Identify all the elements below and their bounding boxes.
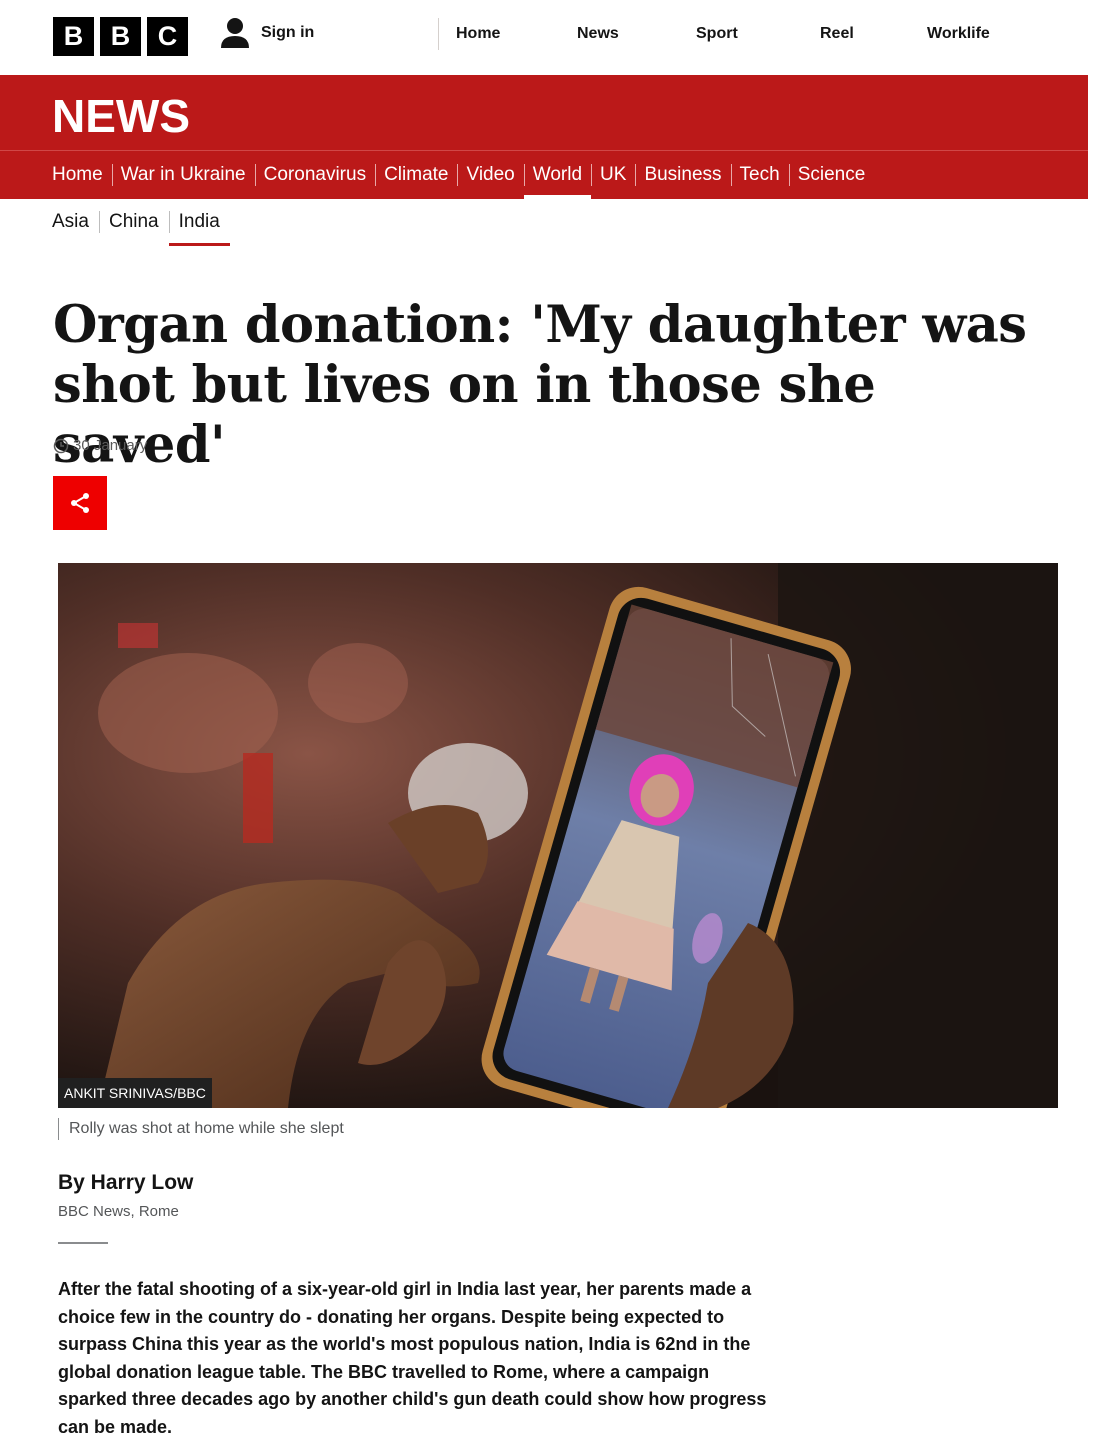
byline-organization: BBC News, Rome: [58, 1203, 179, 1220]
sub-nav-asia[interactable]: Asia: [52, 208, 99, 246]
timestamp-text: 30 January: [73, 437, 148, 454]
sub-nav: Asia China India: [52, 208, 231, 246]
news-brand-title[interactable]: NEWS: [52, 89, 190, 143]
logo-letter: C: [147, 17, 188, 56]
top-nav-worklife[interactable]: Worklife: [927, 25, 990, 43]
hero-image: [58, 563, 1058, 1108]
bbc-logo[interactable]: B B C: [53, 17, 188, 56]
byline-author: By Harry Low: [58, 1171, 194, 1194]
nav-divider: [438, 18, 439, 50]
phone-photo-illustration: [58, 563, 1058, 1108]
news-nav-business[interactable]: Business: [635, 161, 730, 199]
news-nav: Home War in Ukraine Coronavirus Climate …: [52, 161, 874, 199]
news-nav-world[interactable]: World: [523, 161, 592, 199]
logo-letter: B: [53, 17, 94, 56]
headline-line: Organ donation: 'My daughter was: [53, 295, 1027, 355]
news-nav-war-in-ukraine[interactable]: War in Ukraine: [111, 161, 255, 199]
top-nav-sport[interactable]: Sport: [696, 25, 738, 43]
image-caption: Rolly was shot at home while she slept: [58, 1118, 344, 1140]
news-nav-climate[interactable]: Climate: [375, 161, 457, 199]
user-icon: [221, 18, 249, 48]
article-headline: Organ donation: 'My daughter was shot bu…: [53, 295, 1053, 475]
top-nav-news[interactable]: News: [577, 25, 619, 43]
news-nav-coronavirus[interactable]: Coronavirus: [254, 161, 375, 199]
byline-divider: [58, 1242, 108, 1244]
sub-nav-india[interactable]: India: [168, 208, 231, 246]
logo-letter: B: [100, 17, 141, 56]
sign-in-link[interactable]: Sign in: [219, 16, 314, 50]
share-button[interactable]: [53, 476, 107, 530]
headline-line: shot but lives on in those she saved': [53, 355, 876, 475]
top-nav-home[interactable]: Home: [456, 25, 500, 43]
news-nav-home[interactable]: Home: [52, 161, 112, 199]
article-intro: After the fatal shooting of a six-year-o…: [58, 1279, 767, 1437]
sign-in-label: Sign in: [261, 24, 315, 41]
top-nav-reel[interactable]: Reel: [820, 25, 854, 43]
image-credit: ANKIT SRINIVAS/BBC: [58, 1078, 212, 1108]
news-nav-science[interactable]: Science: [788, 161, 875, 199]
news-nav-uk[interactable]: UK: [591, 161, 635, 199]
share-icon: [71, 493, 89, 513]
sub-nav-china[interactable]: China: [98, 208, 169, 246]
news-header: NEWS Home War in Ukraine Coronavirus Cli…: [0, 75, 1088, 199]
header-divider: [0, 150, 1088, 151]
news-nav-tech[interactable]: Tech: [730, 161, 789, 199]
article-timestamp: 30 January: [53, 437, 147, 454]
global-header: B B C Sign in Home News Sport Reel Workl…: [0, 0, 1112, 75]
clock-icon: [53, 438, 69, 453]
news-nav-video[interactable]: Video: [457, 161, 523, 199]
